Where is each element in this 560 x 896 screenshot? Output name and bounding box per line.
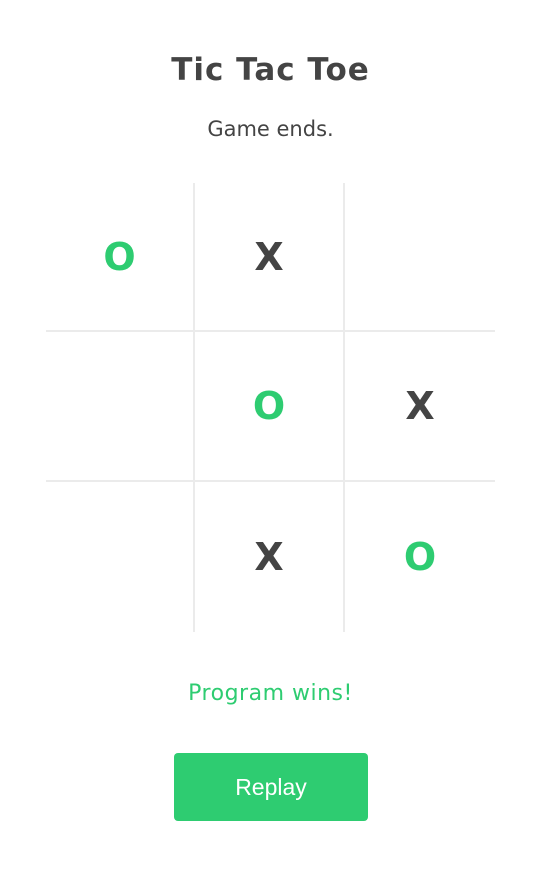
board-cell[interactable]: O [195,332,345,482]
cell-mark: X [405,384,435,428]
result-message: Program wins! [188,681,353,706]
board-cell[interactable] [46,332,195,482]
game-title: Tic Tac Toe [171,52,370,88]
replay-button[interactable]: Replay [174,753,368,821]
game-status: Game ends. [207,117,334,141]
cell-mark: X [254,234,284,279]
board-cell[interactable]: O [46,183,195,332]
game-board: O X O X X O [46,183,495,632]
board-cell[interactable]: O [345,482,495,632]
board-cell[interactable]: X [195,183,345,332]
board-cell[interactable] [46,482,195,632]
cell-mark: O [403,535,437,579]
board-cell[interactable]: X [195,482,345,632]
cell-mark: O [252,384,286,428]
cell-mark: X [254,535,284,579]
board-cell[interactable]: X [345,332,495,482]
board-cell[interactable] [345,183,495,332]
cell-mark: O [103,234,136,279]
